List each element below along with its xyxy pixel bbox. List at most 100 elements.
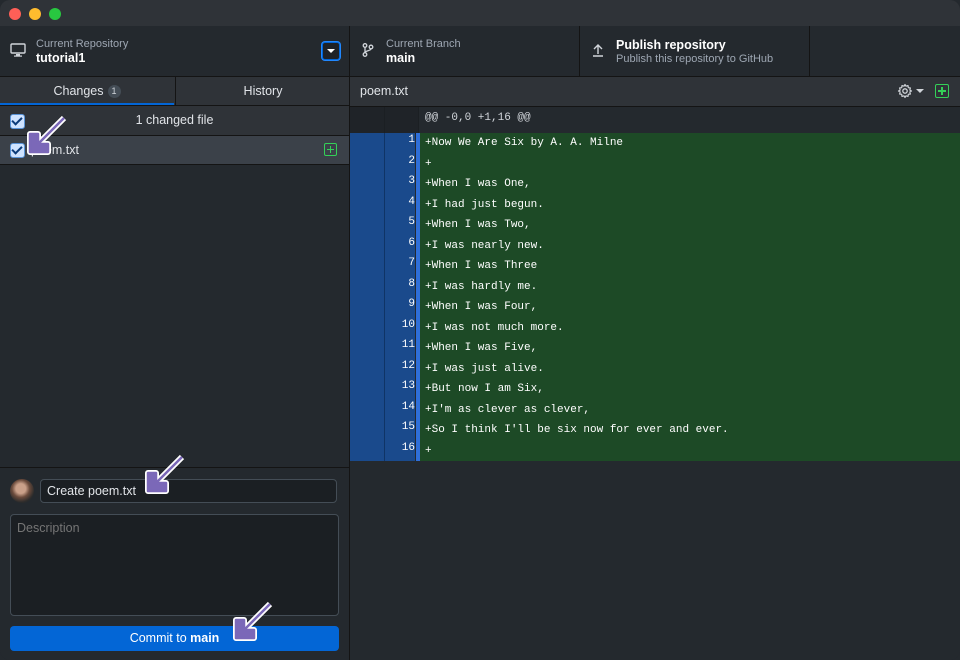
current-branch-selector[interactable]: Current Branch main [350, 26, 580, 76]
diff-line-text: +I was nearly new. [420, 235, 960, 256]
diff-line-text: +I was hardly me. [420, 276, 960, 297]
publish-repository-button[interactable]: Publish repository Publish this reposito… [580, 26, 810, 76]
new-line-number: 7 [385, 256, 415, 277]
old-line-gutter [350, 235, 385, 256]
diff-line[interactable]: 5 +When I was Two, [350, 215, 960, 236]
new-line-number: 10 [385, 317, 415, 338]
diff-line-text: +When I was One, [420, 174, 960, 195]
old-line-gutter [350, 256, 385, 277]
old-line-gutter [350, 276, 385, 297]
old-line-gutter [350, 215, 385, 236]
new-line-number: 13 [385, 379, 415, 400]
expand-diff-icon[interactable] [935, 84, 949, 98]
new-line-number: 8 [385, 276, 415, 297]
diff-line[interactable]: 4 +I had just begun. [350, 194, 960, 215]
old-line-gutter [350, 358, 385, 379]
publish-repository-title: Publish repository [616, 38, 726, 52]
sidebar-tabs: Changes 1 History [0, 77, 349, 106]
old-line-gutter [350, 153, 385, 174]
diff-line-text: +I'm as clever as clever, [420, 399, 960, 420]
commit-button-branch: main [190, 631, 220, 645]
diff-line-text: +I had just begun. [420, 194, 960, 215]
diff-line-text: +I was just alive. [420, 358, 960, 379]
old-line-gutter [350, 440, 385, 461]
new-line-number: 14 [385, 399, 415, 420]
tab-changes-label: Changes [53, 84, 104, 98]
diff-line[interactable]: 7 +When I was Three [350, 256, 960, 277]
repository-dropdown-button[interactable] [322, 42, 340, 60]
file-include-checkbox[interactable] [10, 143, 25, 158]
diff-line[interactable]: 10 +I was not much more. [350, 317, 960, 338]
avatar [10, 479, 34, 503]
computer-icon [10, 43, 26, 57]
git-branch-icon [362, 43, 374, 57]
current-repository-name: tutorial1 [36, 51, 86, 65]
diff-line-text: +I was not much more. [420, 317, 960, 338]
old-line-gutter [350, 107, 385, 133]
gear-icon[interactable] [897, 83, 913, 99]
new-line-number: 9 [385, 297, 415, 318]
close-window-button[interactable] [9, 8, 21, 20]
current-branch-name: main [386, 51, 416, 65]
diff-line-text: + [420, 153, 960, 174]
annotation-arrow-icon [233, 601, 273, 641]
diff-header: poem.txt [350, 77, 960, 107]
commit-summary-input[interactable] [40, 479, 337, 503]
old-line-gutter [350, 379, 385, 400]
upload-icon [593, 44, 603, 57]
diff-lines: 1 +Now We Are Six by A. A. Milne 2 +3 +When … [350, 133, 960, 461]
old-line-gutter [350, 133, 385, 154]
current-repository-selector[interactable]: Current Repository tutorial1 [0, 26, 350, 76]
title-bar [0, 0, 960, 27]
new-line-number: 3 [385, 174, 415, 195]
old-line-gutter [350, 194, 385, 215]
annotation-arrow-icon [145, 454, 185, 494]
diff-line[interactable]: 15 +So I think I'll be six now for ever a… [350, 420, 960, 441]
new-line-number: 2 [385, 153, 415, 174]
commit-button-prefix: Commit to [129, 631, 191, 645]
old-line-gutter [350, 420, 385, 441]
diff-line[interactable]: 3 +When I was One, [350, 174, 960, 195]
minimize-window-button[interactable] [29, 8, 41, 20]
new-line-number: 1 [385, 133, 415, 154]
new-line-number: 6 [385, 235, 415, 256]
diff-line-text: +When I was Five, [420, 338, 960, 359]
diff-line-text: +When I was Four, [420, 297, 960, 318]
tab-history[interactable]: History [175, 77, 350, 105]
select-all-checkbox[interactable] [10, 114, 25, 129]
hunk-header-row: @@ -0,0 +1,16 @@ [350, 107, 960, 134]
chevron-down-icon[interactable] [916, 89, 924, 93]
current-branch-label: Current Branch [386, 38, 461, 50]
diff-line[interactable]: 1 +Now We Are Six by A. A. Milne [350, 133, 960, 154]
new-line-number: 12 [385, 358, 415, 379]
old-line-gutter [350, 399, 385, 420]
diff-line[interactable]: 9 +When I was Four, [350, 297, 960, 318]
diff-line[interactable]: 8 +I was hardly me. [350, 276, 960, 297]
diff-view: @@ -0,0 +1,16 @@ 1 +Now We Are Six by A. … [350, 107, 960, 660]
diff-line[interactable]: 12 +I was just alive. [350, 358, 960, 379]
new-line-number: 16 [385, 440, 415, 461]
new-line-number: 15 [385, 420, 415, 441]
new-line-number: 5 [385, 215, 415, 236]
diff-line[interactable]: 13 +But now I am Six, [350, 379, 960, 400]
diff-line-text: +But now I am Six, [420, 379, 960, 400]
diff-line[interactable]: 16 + [350, 440, 960, 461]
diff-line[interactable]: 11 +When I was Five, [350, 338, 960, 359]
diff-line[interactable]: 14 +I'm as clever as clever, [350, 399, 960, 420]
current-repository-label: Current Repository [36, 38, 129, 50]
old-line-gutter [350, 338, 385, 359]
app-window: Current Repository tutorial1 Current Bra… [0, 0, 960, 660]
commit-description-input[interactable] [10, 514, 339, 616]
commit-button[interactable]: Commit to main [10, 626, 339, 651]
diff-line[interactable]: 2 + [350, 153, 960, 174]
zoom-window-button[interactable] [49, 8, 61, 20]
diff-line-text: +Now We Are Six by A. A. Milne [420, 133, 960, 154]
toolbar: Current Repository tutorial1 Current Bra… [0, 26, 960, 77]
old-line-gutter [350, 174, 385, 195]
annotation-arrow-icon [27, 115, 67, 155]
tab-changes[interactable]: Changes 1 [0, 77, 174, 105]
hunk-header: @@ -0,0 +1,16 @@ [425, 112, 531, 124]
diff-line[interactable]: 6 +I was nearly new. [350, 235, 960, 256]
old-line-gutter [350, 297, 385, 318]
diff-line-text: +When I was Two, [420, 215, 960, 236]
